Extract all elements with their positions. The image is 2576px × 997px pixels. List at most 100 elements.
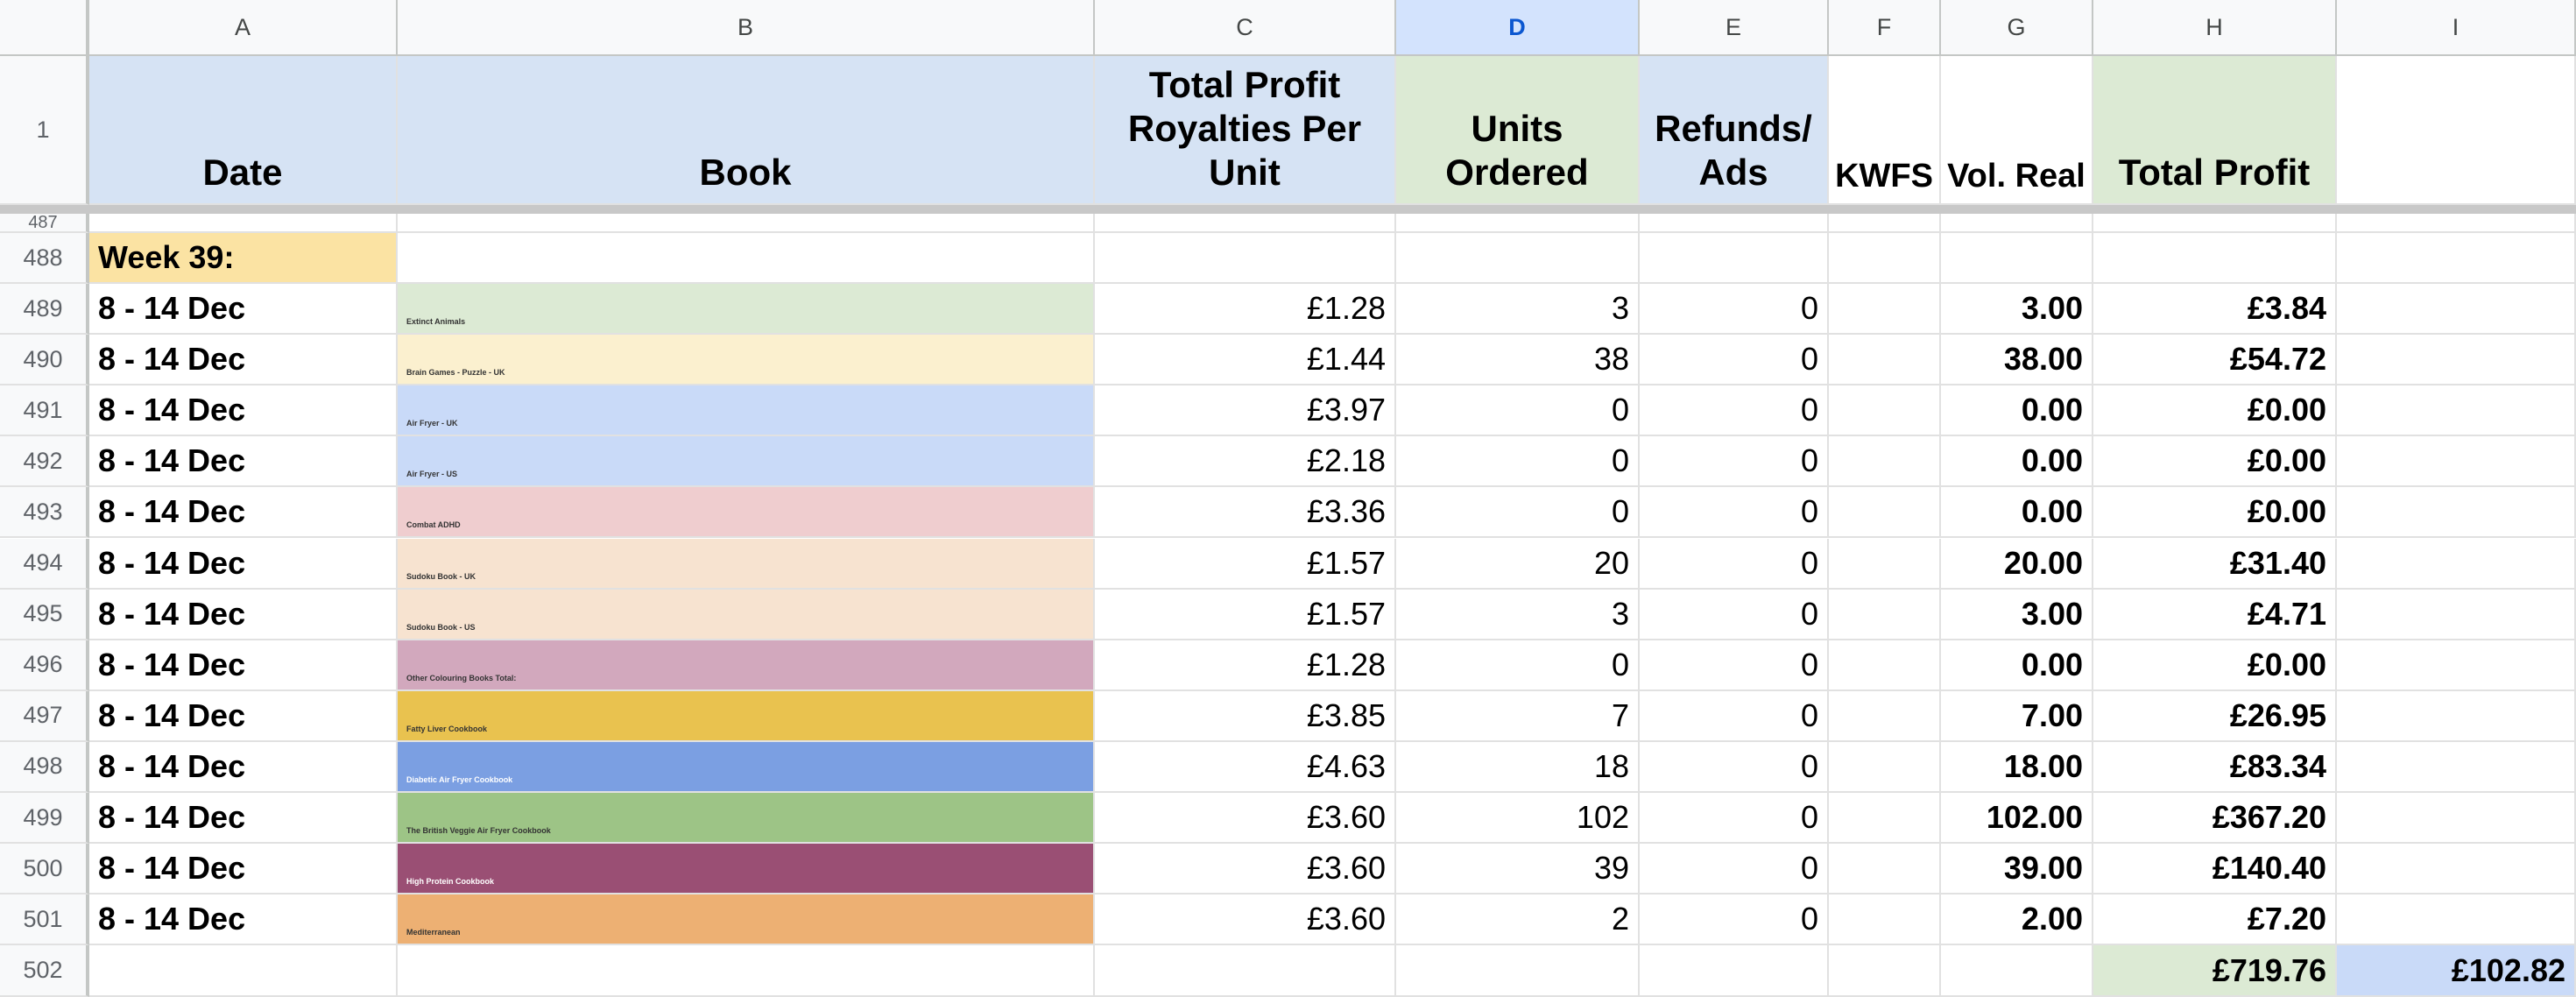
- row-number[interactable]: 489: [0, 284, 89, 335]
- royalty-cell[interactable]: £3.60: [1095, 894, 1396, 946]
- column-header-i[interactable]: I: [2337, 0, 2576, 56]
- select-all-corner[interactable]: [0, 0, 89, 56]
- refunds-cell[interactable]: 0: [1640, 741, 1829, 793]
- refunds-cell[interactable]: 0: [1640, 894, 1829, 946]
- column-header-b[interactable]: B: [398, 0, 1095, 56]
- royalty-cell[interactable]: £1.57: [1095, 589, 1396, 640]
- row-number[interactable]: 496: [0, 640, 89, 691]
- vol-real-cell[interactable]: 3.00: [1941, 284, 2093, 335]
- grand-total-extra[interactable]: £102.82: [2337, 945, 2576, 997]
- total-profit-cell[interactable]: £83.34: [2093, 741, 2337, 793]
- row-number[interactable]: 488: [0, 233, 89, 284]
- refunds-cell[interactable]: 0: [1640, 538, 1829, 590]
- header-empty-i[interactable]: [2337, 56, 2576, 205]
- total-profit-cell[interactable]: £0.00: [2093, 640, 2337, 691]
- total-profit-cell[interactable]: £367.20: [2093, 793, 2337, 844]
- total-profit-cell[interactable]: £0.00: [2093, 385, 2337, 437]
- cell[interactable]: [1095, 214, 1396, 233]
- column-header-e[interactable]: E: [1640, 0, 1829, 56]
- refunds-cell[interactable]: 0: [1640, 844, 1829, 895]
- vol-real-cell[interactable]: 0.00: [1941, 436, 2093, 488]
- units-cell[interactable]: 2: [1396, 894, 1640, 946]
- total-profit-cell[interactable]: £0.00: [2093, 487, 2337, 539]
- royalty-cell[interactable]: £3.60: [1095, 793, 1396, 844]
- book-cell[interactable]: Sudoku Book - UK: [398, 538, 1095, 590]
- cell[interactable]: [1396, 945, 1640, 997]
- cell[interactable]: [1396, 233, 1640, 284]
- units-cell[interactable]: 3: [1396, 284, 1640, 335]
- total-profit-cell[interactable]: £54.72: [2093, 335, 2337, 386]
- header-refunds-ads[interactable]: Refunds/ Ads: [1640, 56, 1829, 205]
- date-cell[interactable]: 8 - 14 Dec: [89, 385, 398, 437]
- row-number[interactable]: 497: [0, 690, 89, 742]
- cell[interactable]: [2337, 214, 2576, 233]
- kwfs-cell[interactable]: [1829, 793, 1941, 844]
- cell[interactable]: [2337, 436, 2576, 488]
- royalty-cell[interactable]: £2.18: [1095, 436, 1396, 488]
- book-cell[interactable]: Mediterranean: [398, 894, 1095, 946]
- royalty-cell[interactable]: £3.97: [1095, 385, 1396, 437]
- book-cell[interactable]: Air Fryer - US: [398, 436, 1095, 488]
- week-label[interactable]: Week 39:: [89, 233, 398, 284]
- total-profit-cell[interactable]: £3.84: [2093, 284, 2337, 335]
- header-royalties-per-unit[interactable]: Total Profit Royalties Per Unit: [1095, 56, 1396, 205]
- row-number[interactable]: 495: [0, 589, 89, 640]
- royalty-cell[interactable]: £3.60: [1095, 844, 1396, 895]
- date-cell[interactable]: 8 - 14 Dec: [89, 741, 398, 793]
- units-cell[interactable]: 0: [1396, 487, 1640, 539]
- units-cell[interactable]: 0: [1396, 640, 1640, 691]
- total-profit-cell[interactable]: £0.00: [2093, 436, 2337, 488]
- cell[interactable]: [2337, 335, 2576, 386]
- total-profit-cell[interactable]: £7.20: [2093, 894, 2337, 946]
- units-cell[interactable]: 38: [1396, 335, 1640, 386]
- cell[interactable]: [1640, 214, 1829, 233]
- kwfs-cell[interactable]: [1829, 335, 1941, 386]
- refunds-cell[interactable]: 0: [1640, 385, 1829, 437]
- kwfs-cell[interactable]: [1829, 589, 1941, 640]
- total-profit-cell[interactable]: £31.40: [2093, 538, 2337, 590]
- cell[interactable]: [398, 214, 1095, 233]
- vol-real-cell[interactable]: 0.00: [1941, 640, 2093, 691]
- cell[interactable]: [89, 945, 398, 997]
- units-cell[interactable]: 18: [1396, 741, 1640, 793]
- book-cell[interactable]: Other Colouring Books Total:: [398, 640, 1095, 691]
- date-cell[interactable]: 8 - 14 Dec: [89, 538, 398, 590]
- royalty-cell[interactable]: £3.85: [1095, 690, 1396, 742]
- refunds-cell[interactable]: 0: [1640, 487, 1829, 539]
- refunds-cell[interactable]: 0: [1640, 690, 1829, 742]
- kwfs-cell[interactable]: [1829, 741, 1941, 793]
- refunds-cell[interactable]: 0: [1640, 589, 1829, 640]
- refunds-cell[interactable]: 0: [1640, 335, 1829, 386]
- cell[interactable]: [2337, 844, 2576, 895]
- row-number[interactable]: 490: [0, 335, 89, 386]
- cell[interactable]: [1640, 233, 1829, 284]
- cell[interactable]: [2337, 487, 2576, 539]
- date-cell[interactable]: 8 - 14 Dec: [89, 487, 398, 539]
- row-number[interactable]: 491: [0, 385, 89, 437]
- cell[interactable]: [2337, 233, 2576, 284]
- cell[interactable]: [2337, 894, 2576, 946]
- kwfs-cell[interactable]: [1829, 640, 1941, 691]
- row-number[interactable]: 493: [0, 487, 89, 539]
- row-number[interactable]: 500: [0, 844, 89, 895]
- royalty-cell[interactable]: £3.36: [1095, 487, 1396, 539]
- book-cell[interactable]: Extinct Animals: [398, 284, 1095, 335]
- date-cell[interactable]: 8 - 14 Dec: [89, 894, 398, 946]
- cell[interactable]: [2093, 214, 2337, 233]
- royalty-cell[interactable]: £4.63: [1095, 741, 1396, 793]
- date-cell[interactable]: 8 - 14 Dec: [89, 640, 398, 691]
- kwfs-cell[interactable]: [1829, 284, 1941, 335]
- row-number[interactable]: 499: [0, 793, 89, 844]
- header-units-ordered[interactable]: Units Ordered: [1396, 56, 1640, 205]
- kwfs-cell[interactable]: [1829, 385, 1941, 437]
- date-cell[interactable]: 8 - 14 Dec: [89, 589, 398, 640]
- header-total-profit[interactable]: Total Profit: [2093, 56, 2337, 205]
- cell[interactable]: [2337, 690, 2576, 742]
- freeze-divider[interactable]: [0, 205, 2576, 214]
- royalty-cell[interactable]: £1.28: [1095, 640, 1396, 691]
- book-cell[interactable]: Brain Games - Puzzle - UK: [398, 335, 1095, 386]
- cell[interactable]: [1941, 233, 2093, 284]
- cell[interactable]: [1829, 945, 1941, 997]
- book-cell[interactable]: Sudoku Book - US: [398, 589, 1095, 640]
- row-number[interactable]: 502: [0, 945, 89, 997]
